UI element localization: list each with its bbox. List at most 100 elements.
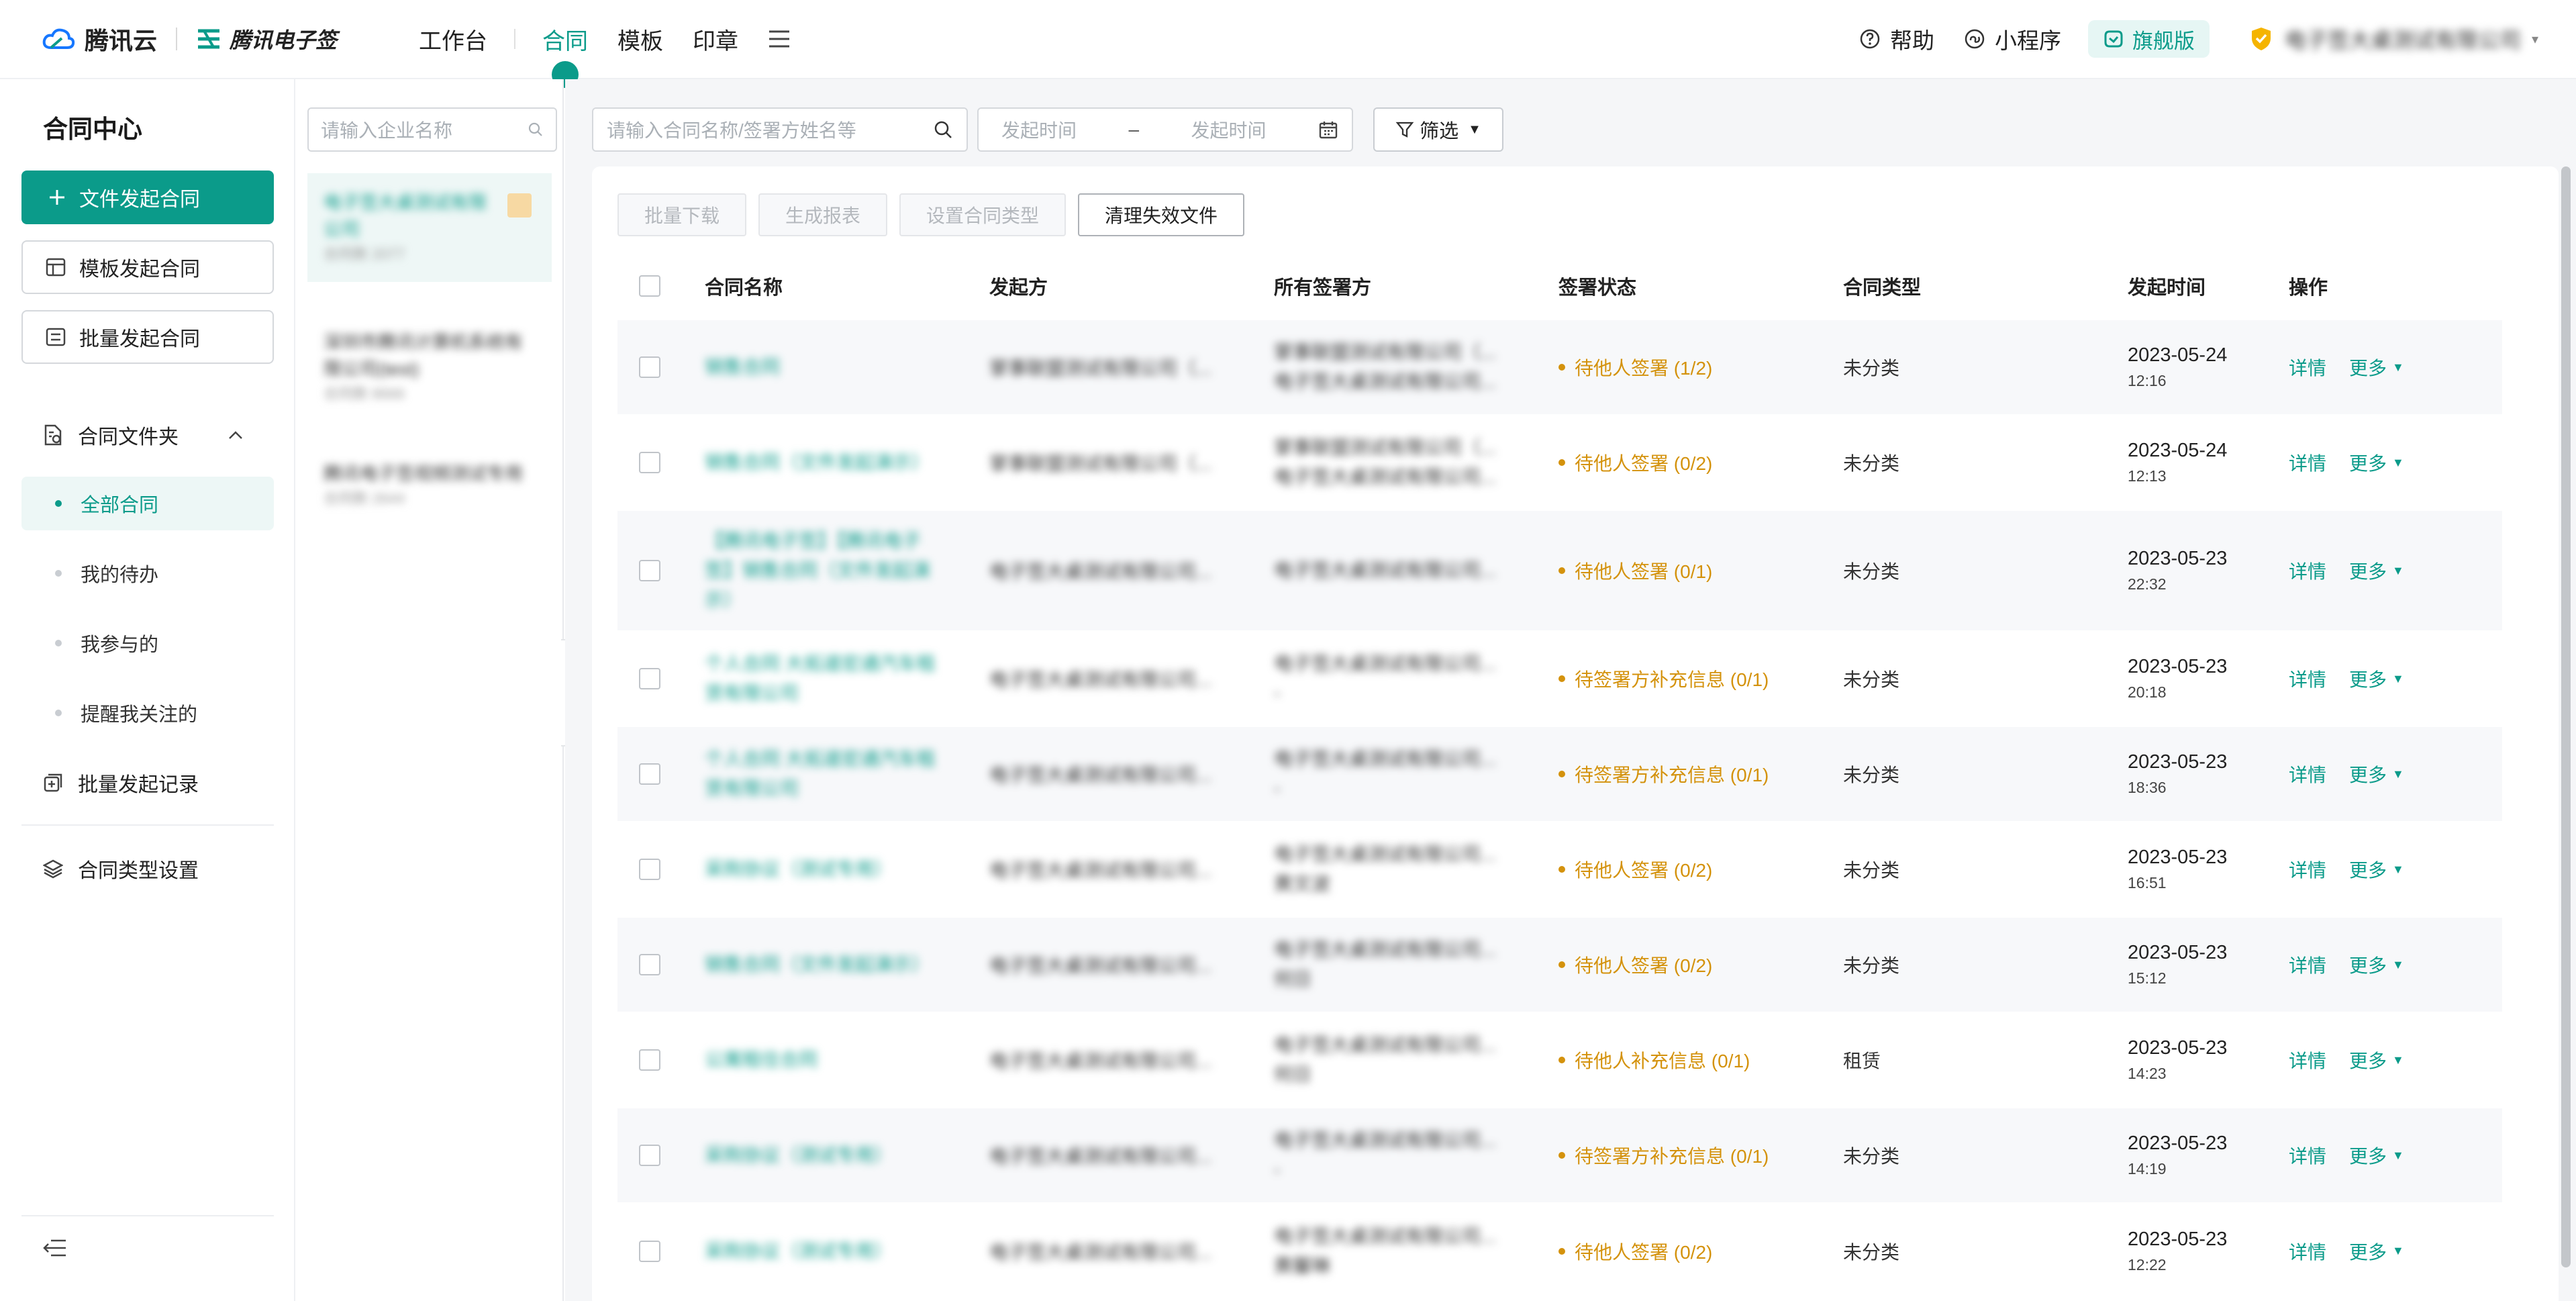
- help-link[interactable]: 帮助: [1859, 23, 1934, 55]
- set-contract-type-button[interactable]: 设置合同类型: [899, 193, 1067, 236]
- filter-label: 筛选: [1420, 121, 1459, 142]
- detail-link[interactable]: 详情: [2289, 951, 2326, 978]
- table-row[interactable]: 采购协议（测试专用） 电子签大桌测试有限公司... 电子签大桌测试有限公司...…: [617, 1202, 2502, 1298]
- org-item[interactable]: 深圳市腾讯计算机系统有限公司(test) 合同数 8666: [307, 313, 552, 422]
- filter-button[interactable]: 筛选 ▼: [1373, 107, 1503, 152]
- sidebar-item-type-settings[interactable]: 合同类型设置: [43, 854, 258, 883]
- table-row[interactable]: 采购协议（测试专用） 电子签大桌测试有限公司... 电子签大桌测试有限公司...…: [617, 1107, 2502, 1203]
- detail-link[interactable]: 详情: [2289, 761, 2326, 787]
- template-icon: [46, 258, 66, 277]
- more-label: 更多: [2349, 1146, 2387, 1167]
- detail-link[interactable]: 详情: [2289, 856, 2326, 883]
- detail-link[interactable]: 详情: [2289, 557, 2326, 584]
- row-checkbox[interactable]: [639, 859, 660, 880]
- row-checkbox[interactable]: [639, 452, 660, 473]
- vertical-scrollbar[interactable]: [2561, 166, 2571, 1267]
- edition-badge[interactable]: 旗舰版: [2087, 20, 2210, 58]
- more-dropdown[interactable]: 更多 ▼: [2349, 354, 2404, 381]
- signer-secondary: 何日: [1274, 1064, 1312, 1085]
- contract-search-input[interactable]: 请输入合同名称/签署方姓名等: [592, 107, 968, 152]
- sidebar-item-my-todo[interactable]: 我的待办: [21, 546, 274, 600]
- contract-name-link[interactable]: 采购协议（测试专用）: [705, 1237, 946, 1266]
- org-search-input[interactable]: 请输入企业名称: [307, 107, 557, 152]
- nav-more-menu[interactable]: [768, 0, 791, 79]
- table-row[interactable]: 个人合同 大拓道宏通汽车租赁有限公司 电子签大桌测试有限公司... 电子签大桌测…: [617, 726, 2502, 822]
- detail-link[interactable]: 详情: [2289, 354, 2326, 381]
- sidebar-item-batch-records[interactable]: 批量发起记录: [43, 768, 258, 798]
- collapse-menu-button[interactable]: [43, 1238, 67, 1258]
- esign-logo[interactable]: 腾讯电子签: [196, 23, 337, 54]
- more-dropdown[interactable]: 更多 ▼: [2349, 449, 2404, 476]
- sidebar-item-all-contracts[interactable]: 全部合同: [21, 477, 274, 530]
- more-dropdown[interactable]: 更多 ▼: [2349, 856, 2404, 883]
- nav-template[interactable]: 模板: [617, 0, 663, 79]
- nav-contract[interactable]: 合同: [542, 0, 588, 79]
- more-dropdown[interactable]: 更多 ▼: [2349, 1047, 2404, 1073]
- table-row[interactable]: 个人合同 大拓道宏通汽车租赁有限公司 电子签大桌测试有限公司... 电子签大桌测…: [617, 630, 2502, 726]
- row-checkbox[interactable]: [639, 1145, 660, 1166]
- table-row[interactable]: 销售合同（文件发起演示） 掌事联盟测试有限公司（... 掌事联盟测试有限公司（.…: [617, 414, 2502, 510]
- header-contract-type: 合同类型: [1843, 277, 1922, 299]
- detail-link[interactable]: 详情: [2289, 1238, 2326, 1265]
- template-initiate-button[interactable]: 模板发起合同: [21, 240, 274, 294]
- more-dropdown[interactable]: 更多 ▼: [2349, 557, 2404, 584]
- sidebar-item-watched[interactable]: 提醒我关注的: [21, 686, 274, 740]
- contract-name-link[interactable]: 个人合同 大拓道宏通汽车租赁有限公司: [705, 744, 946, 804]
- status-text: 待他人签署 (0/2): [1575, 453, 1713, 474]
- table-row[interactable]: 公寓租住合同 电子签大桌测试有限公司... 电子签大桌测试有限公司... 何日 待…: [617, 1012, 2502, 1108]
- company-switcher[interactable]: 电子签大桌测试有限公司 ▾: [2250, 23, 2538, 54]
- nav-workbench[interactable]: 工作台: [419, 0, 487, 79]
- batch-record-icon: [43, 773, 63, 793]
- initiated-time: 12:16: [2128, 372, 2167, 389]
- more-dropdown[interactable]: 更多 ▼: [2349, 665, 2404, 692]
- row-checkbox[interactable]: [639, 668, 660, 689]
- contract-name-link[interactable]: 销售合同: [705, 352, 946, 382]
- file-initiate-button[interactable]: 文件发起合同: [21, 171, 274, 224]
- row-checkbox[interactable]: [639, 954, 660, 975]
- nav-seal[interactable]: 印章: [693, 0, 738, 79]
- row-checkbox[interactable]: [639, 1240, 660, 1262]
- more-dropdown[interactable]: 更多 ▼: [2349, 951, 2404, 978]
- row-actions: 详情 更多 ▼: [2289, 856, 2502, 883]
- chevron-down-icon: ▾: [2531, 32, 2538, 47]
- org-item[interactable]: 腾讯电子签视频测试专用 合同数 2644: [307, 444, 552, 526]
- more-dropdown[interactable]: 更多 ▼: [2349, 1142, 2404, 1169]
- table-row[interactable]: 【腾讯电子签】【腾讯电子签】销售合同（文件发起演示） 电子签大桌测试有限公司..…: [617, 510, 2502, 631]
- table-row[interactable]: 采购协议（测试专用） 电子签大桌测试有限公司... 电子签大桌测试有限公司...…: [617, 821, 2502, 917]
- table-row[interactable]: 销售合同（文件发起演示） 电子签大桌测试有限公司... 电子签大桌测试有限公司.…: [617, 916, 2502, 1012]
- contract-table-card: 批量下载 生成报表 设置合同类型 清理失效文件 合同名称 发起方 所有签署方 签…: [592, 166, 2559, 1301]
- contract-folder-group[interactable]: 合同文件夹: [43, 420, 258, 450]
- row-checkbox[interactable]: [639, 1049, 660, 1071]
- mini-program-link[interactable]: 小程序: [1964, 23, 2061, 55]
- top-right-actions: 帮助 小程序 旗舰版 电子签大桌测试有限公司 ▾: [1830, 20, 2538, 58]
- more-dropdown[interactable]: 更多 ▼: [2349, 1238, 2404, 1265]
- clean-invalid-files-button[interactable]: 清理失效文件: [1078, 193, 1245, 236]
- more-label: 更多: [2349, 453, 2387, 474]
- sidebar-item-participated[interactable]: 我参与的: [21, 616, 274, 670]
- contract-name-link[interactable]: 个人合同 大拓道宏通汽车租赁有限公司: [705, 649, 946, 708]
- contract-name-link[interactable]: 采购协议（测试专用）: [705, 1141, 946, 1170]
- contract-name-link[interactable]: 销售合同（文件发起演示）: [705, 950, 946, 979]
- detail-link[interactable]: 详情: [2289, 1047, 2326, 1073]
- tencent-cloud-logo[interactable]: 腾讯云: [42, 21, 157, 56]
- more-dropdown[interactable]: 更多 ▼: [2349, 761, 2404, 787]
- detail-link[interactable]: 详情: [2289, 1142, 2326, 1169]
- batch-initiate-button[interactable]: 批量发起合同: [21, 310, 274, 364]
- row-checkbox[interactable]: [639, 356, 660, 378]
- contract-name-link[interactable]: 【腾讯电子签】【腾讯电子签】销售合同（文件发起演示）: [705, 526, 946, 615]
- select-all-checkbox[interactable]: [639, 275, 660, 297]
- generate-report-button[interactable]: 生成报表: [758, 193, 888, 236]
- row-checkbox[interactable]: [639, 560, 660, 581]
- status-dot: [1558, 961, 1565, 968]
- org-item[interactable]: 电子签大桌测试有限公司 合同数 2077: [307, 173, 552, 282]
- contract-name-link[interactable]: 采购协议（测试专用）: [705, 855, 946, 884]
- detail-link[interactable]: 详情: [2289, 665, 2326, 692]
- chevron-up-icon[interactable]: [228, 430, 243, 440]
- table-row[interactable]: 销售合同 掌事联盟测试有限公司（... 掌事联盟测试有限公司（... 电子签大桌测…: [617, 319, 2502, 415]
- date-range-picker[interactable]: 发起时间 – 发起时间: [977, 107, 1353, 152]
- row-checkbox[interactable]: [639, 763, 660, 785]
- contract-name-link[interactable]: 公寓租住合同: [705, 1045, 946, 1075]
- contract-name-link[interactable]: 销售合同（文件发起演示）: [705, 448, 946, 477]
- detail-link[interactable]: 详情: [2289, 449, 2326, 476]
- batch-download-button[interactable]: 批量下载: [617, 193, 747, 236]
